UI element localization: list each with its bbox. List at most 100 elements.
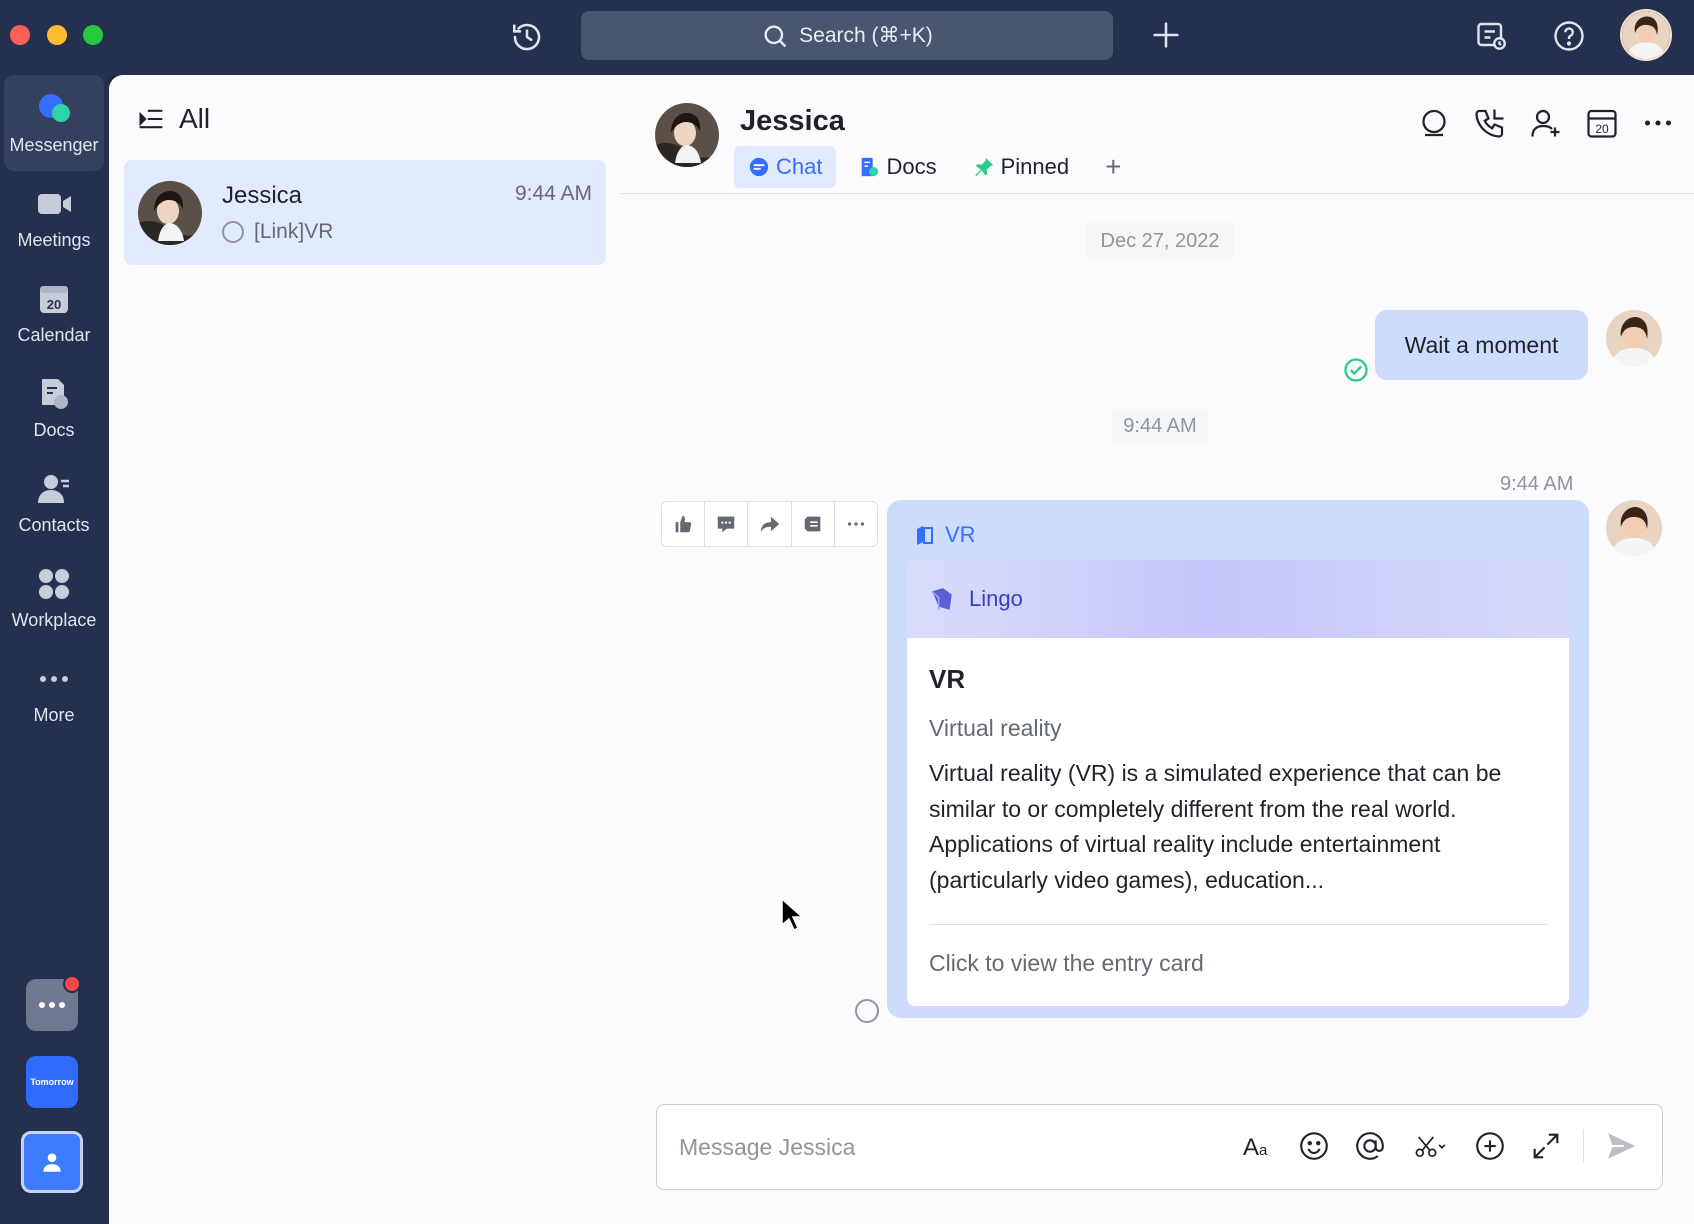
conversation-item[interactable]: Jessica 9:44 AM [Link]VR (124, 160, 606, 265)
contacts-icon (38, 475, 69, 503)
divider (929, 924, 1547, 925)
rail-label: More (33, 705, 75, 725)
user-avatar[interactable] (1620, 9, 1672, 61)
format-text-button[interactable]: Aa (1239, 1127, 1277, 1165)
link-preview-card[interactable]: VR Lingo VR Virtual reality Virtual real… (887, 500, 1589, 1018)
message-action-toolbar (661, 501, 878, 547)
view-entry-card-link[interactable]: Click to view the entry card (929, 950, 1204, 977)
screenshot-button[interactable] (1407, 1127, 1453, 1165)
at-sign-icon (1356, 1132, 1384, 1160)
workplace-icon (39, 569, 69, 599)
chat-panel: Jessica Chat Docs Pinned + 20 Dec 27, 20… (620, 75, 1694, 1224)
rail-item-calendar[interactable]: 20 Calendar (4, 265, 104, 361)
unread-status-icon (855, 999, 879, 1023)
rail-item-workplace[interactable]: Workplace (4, 550, 104, 646)
more-dots-icon (40, 676, 68, 682)
attach-button[interactable] (1471, 1127, 1509, 1165)
thumbs-up-button[interactable] (662, 502, 706, 546)
quote-icon (804, 516, 821, 532)
quote-button[interactable] (792, 502, 835, 546)
conversation-preview-text: [Link]VR (254, 220, 334, 243)
tomorrow-widget[interactable]: Tomorrow (26, 1056, 78, 1108)
rail-item-contacts[interactable]: Contacts (4, 455, 104, 551)
search-chat-icon[interactable] (1416, 105, 1452, 141)
entry-full-name: Virtual reality (929, 715, 1062, 741)
conversation-name: Jessica (222, 182, 303, 209)
history-icon[interactable] (510, 20, 544, 54)
profile-widget[interactable] (21, 1131, 83, 1193)
phone-call-icon[interactable] (1472, 105, 1508, 141)
expand-composer-button[interactable] (1527, 1127, 1565, 1165)
chat-header-actions: 20 (1416, 105, 1676, 141)
sender-avatar[interactable] (1606, 500, 1662, 556)
close-window-button[interactable] (10, 25, 30, 45)
sender-avatar[interactable] (1606, 310, 1662, 366)
tab-chat[interactable]: Chat (734, 146, 837, 188)
search-bar[interactable]: Search (⌘+K) (581, 11, 1113, 60)
avatar (138, 181, 202, 245)
forward-button[interactable] (748, 502, 792, 546)
time-divider: 9:44 AM (1112, 409, 1208, 443)
help-icon[interactable] (1551, 18, 1587, 54)
chat-tabs: Chat Docs Pinned + (734, 146, 1135, 188)
reply-button[interactable] (705, 502, 749, 546)
minimize-window-button[interactable] (47, 25, 67, 45)
message-bubble[interactable]: Wait a moment (1375, 310, 1588, 380)
mouse-cursor-icon (781, 897, 804, 932)
mention-button[interactable] (1351, 1127, 1389, 1165)
more-icon (847, 522, 864, 526)
svg-text:a: a (1259, 1142, 1268, 1159)
chat-avatar[interactable] (655, 103, 719, 167)
emoji-button[interactable] (1295, 1127, 1333, 1165)
doc-icon (862, 157, 879, 177)
chat-title: Jessica (740, 105, 845, 137)
calendar-icon: 20 (40, 286, 68, 313)
message-composer: Aa (656, 1104, 1663, 1190)
pin-icon (974, 157, 993, 177)
forward-icon (760, 516, 779, 533)
send-button[interactable] (1602, 1127, 1640, 1165)
lingo-entry-card[interactable]: Lingo VR Virtual reality Virtual reality… (907, 560, 1569, 1006)
composer-actions: Aa (1239, 1127, 1640, 1165)
tab-label: Chat (776, 154, 823, 179)
conversation-time: 9:44 AM (514, 182, 592, 205)
rail-label: Messenger (9, 135, 99, 155)
card-title[interactable]: VR (913, 522, 976, 548)
docs-icon (42, 379, 68, 409)
plus-icon[interactable] (1149, 18, 1183, 52)
rail-item-more[interactable]: More (4, 645, 104, 741)
add-tab-button[interactable]: + (1091, 147, 1135, 187)
search-icon (764, 25, 787, 47)
calendar-icon[interactable]: 20 (1584, 105, 1620, 141)
chat-bubble-icon (749, 157, 769, 177)
text-format-icon: Aa (1243, 1134, 1268, 1161)
tasks-icon[interactable] (1474, 18, 1510, 54)
date-divider: Dec 27, 2022 (1086, 223, 1234, 259)
person-icon (43, 1153, 61, 1172)
tab-pinned[interactable]: Pinned (959, 146, 1084, 188)
tab-label: Docs (886, 154, 937, 179)
filter-list-icon[interactable] (137, 105, 165, 133)
rail-item-messenger[interactable]: Messenger (4, 75, 104, 171)
tab-docs[interactable]: Docs (844, 146, 950, 188)
conversation-list: All Jessica 9:44 AM [Link]VR (109, 75, 620, 1224)
tab-label: Pinned (1000, 154, 1070, 179)
entry-term: VR (929, 664, 966, 694)
rail-label: Meetings (17, 230, 91, 250)
list-header[interactable]: All (137, 103, 210, 135)
maximize-window-button[interactable] (83, 25, 103, 45)
entry-description: Virtual reality (VR) is a simulated expe… (929, 760, 1502, 893)
rail-item-docs[interactable]: Docs (4, 360, 104, 456)
read-check-icon (1344, 358, 1368, 382)
add-member-icon[interactable] (1528, 105, 1564, 141)
scissors-icon (1415, 1136, 1446, 1158)
more-actions-button[interactable] (835, 502, 877, 546)
svg-text:A: A (1243, 1134, 1259, 1161)
calendar-day: 20 (47, 297, 61, 312)
notification-badge (63, 975, 81, 993)
lingo-header: Lingo (907, 560, 1569, 638)
message-input[interactable] (679, 1127, 1199, 1167)
rail-item-meetings[interactable]: Meetings (4, 170, 104, 266)
message-text: Wait a moment (1404, 331, 1559, 358)
more-icon[interactable] (1640, 105, 1676, 141)
